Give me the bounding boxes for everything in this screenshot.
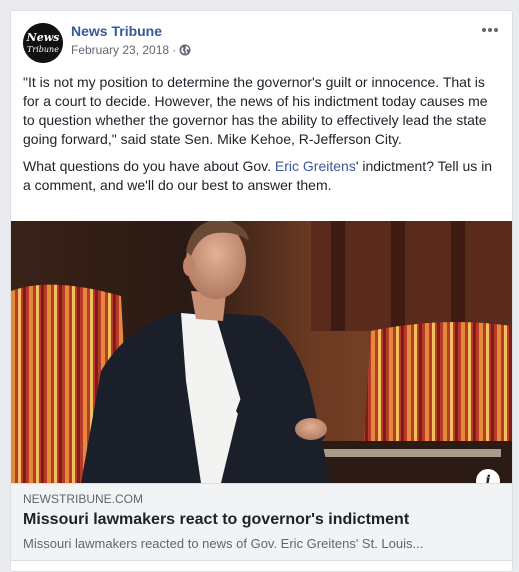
- mention-link[interactable]: Eric Greitens: [275, 158, 356, 174]
- link-preview-text[interactable]: NEWSTRIBUNE.COM Missouri lawmakers react…: [11, 483, 512, 561]
- page-name-link[interactable]: News Tribune: [71, 23, 162, 39]
- post-date[interactable]: February 23, 2018: [71, 43, 169, 57]
- dot: [482, 28, 486, 32]
- post-paragraph-question: What questions do you have about Gov. Er…: [23, 157, 501, 195]
- meta-separator: ·: [172, 43, 177, 57]
- dot: [494, 28, 498, 32]
- more-options-icon[interactable]: [480, 23, 500, 37]
- link-domain: NEWSTRIBUNE.COM: [23, 492, 143, 506]
- post-meta: February 23, 2018 ·: [71, 43, 191, 57]
- svg-text:News: News: [26, 31, 60, 44]
- post-header: News Tribune News Tribune February 23, 2…: [23, 23, 500, 67]
- post-card: News Tribune News Tribune February 23, 2…: [10, 10, 513, 572]
- link-headline[interactable]: Missouri lawmakers react to governor's i…: [23, 511, 409, 529]
- page-avatar[interactable]: News Tribune: [23, 23, 63, 63]
- link-preview-image[interactable]: i: [11, 221, 512, 483]
- globe-icon[interactable]: [179, 44, 191, 56]
- paragraph-text-before: What questions do you have about Gov.: [23, 158, 275, 174]
- svg-text:Tribune: Tribune: [27, 45, 59, 54]
- link-description: Missouri lawmakers reacted to news of Go…: [23, 536, 424, 551]
- article-photo: [11, 221, 512, 483]
- post-body: "It is not my position to determine the …: [23, 73, 501, 203]
- news-tribune-logo: News Tribune: [23, 23, 63, 63]
- dot: [488, 28, 492, 32]
- post-paragraph-quote: "It is not my position to determine the …: [23, 74, 488, 147]
